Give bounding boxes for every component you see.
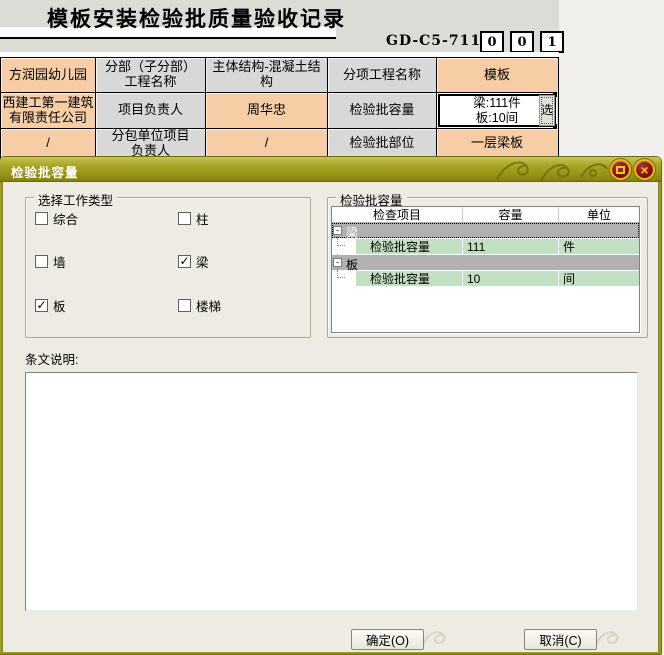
cell-subproject-label: 分项工程名称: [328, 58, 437, 93]
background-form: 模板安装检验批质量验收记录 GD-C5-71157 0 0 1 方润园幼儿园 分…: [0, 0, 664, 157]
capacity-dialog: 检验批容量 × 选择工作类型 综合 柱 墙 ✓ 梁 ✓ 板 楼梯 检验批容量 检…: [0, 157, 661, 655]
checkbox-label: 梁: [196, 252, 209, 271]
form-table: 方润园幼儿园 分部（子分部） 工程名称 主体结构-混凝土结构 分项工程名称 模板…: [0, 57, 559, 159]
restore-icon: [616, 166, 625, 174]
tree-gutter: [332, 271, 356, 286]
cell-slash-1: /: [1, 129, 96, 158]
table-row: 方润园幼儿园 分部（子分部） 工程名称 主体结构-混凝土结构 分项工程名称 模板: [1, 58, 558, 93]
capacity-select-button[interactable]: 选: [539, 95, 555, 126]
checkbox-louti[interactable]: 楼梯: [178, 296, 221, 315]
clause-textarea[interactable]: [25, 372, 638, 611]
tree-group-row-ban[interactable]: - 板: [332, 255, 639, 270]
collapse-icon[interactable]: -: [333, 258, 342, 267]
dialog-titlebar[interactable]: 检验批容量: [0, 157, 661, 182]
tree-elbow-icon: [337, 236, 345, 246]
checkbox-icon[interactable]: [35, 255, 48, 268]
button-ornament-icon: [420, 627, 450, 651]
cell-capacity-label: 检验批容量: [328, 93, 437, 129]
code-box-2: 0: [510, 31, 534, 53]
table-row: / 分包单位项目 负责人 / 检验批部位 一层梁板: [1, 129, 558, 158]
tree-group-row-liang[interactable]: - 梁: [332, 223, 639, 238]
item-capacity-cell[interactable]: 111: [463, 239, 559, 254]
cancel-button[interactable]: 取消(C): [524, 629, 597, 650]
code-box-3: 1: [540, 31, 564, 53]
collapse-icon[interactable]: -: [333, 226, 342, 235]
close-icon: ×: [640, 163, 648, 177]
column-header-item: 检查项目: [332, 207, 463, 222]
cell-company-name: 西建工第一建筑 有限责任公司: [1, 93, 96, 129]
work-type-group-title: 选择工作类型: [34, 190, 117, 209]
tree-elbow-icon: [337, 268, 345, 278]
dialog-title: 检验批容量: [11, 162, 79, 181]
column-header-capacity: 容量: [463, 207, 559, 222]
item-capacity-cell[interactable]: 10: [463, 271, 559, 286]
tree-item-row[interactable]: 检验批容量 111 件: [332, 239, 639, 254]
checkbox-ban[interactable]: ✓ 板: [35, 296, 66, 315]
cell-location-value: 一层梁板: [437, 129, 557, 158]
clause-label: 条文说明:: [25, 349, 78, 368]
cell-project-name: 方润园幼儿园: [1, 58, 96, 93]
cell-subproject-value: 模板: [437, 58, 557, 93]
checkbox-icon[interactable]: ✓: [178, 255, 191, 268]
checkbox-label: 墙: [53, 252, 66, 271]
form-title: 模板安装检验批质量验收记录: [47, 3, 346, 33]
cell-manager-value: 周华忠: [206, 93, 328, 129]
cell-manager-label: 项目负责人: [96, 93, 206, 129]
checkbox-label: 楼梯: [196, 296, 221, 315]
tree-item-row[interactable]: 检验批容量 10 间: [332, 271, 639, 286]
checkbox-label: 柱: [196, 209, 209, 228]
cell-subdivision-label: 分部（子分部） 工程名称: [96, 58, 206, 93]
close-button[interactable]: ×: [634, 159, 655, 180]
checkbox-zonghe[interactable]: 综合: [35, 209, 78, 228]
divider-line: [0, 37, 336, 39]
item-unit-cell[interactable]: 间: [559, 271, 639, 286]
ok-button[interactable]: 确定(O): [351, 629, 424, 650]
titlebar-ornament-icon: [493, 157, 613, 182]
cell-slash-2: /: [206, 129, 328, 158]
checkbox-icon[interactable]: [178, 212, 191, 225]
dialog-border: [658, 177, 661, 655]
restore-button[interactable]: [610, 159, 631, 180]
item-name-cell: 检验批容量: [356, 271, 463, 286]
capacity-tree-table[interactable]: 检查项目 容量 单位 - 梁 检验批容量 111 件 - 板 检验批容量 10 …: [331, 206, 640, 333]
checkbox-qiang[interactable]: 墙: [35, 252, 66, 271]
checkbox-icon[interactable]: ✓: [35, 299, 48, 312]
item-name-cell: 检验批容量: [356, 239, 463, 254]
checkbox-icon[interactable]: [35, 212, 48, 225]
checkbox-label: 综合: [53, 209, 78, 228]
item-unit-cell[interactable]: 件: [559, 239, 639, 254]
checkbox-zhu[interactable]: 柱: [178, 209, 209, 228]
cell-subcontractor-label: 分包单位项目 负责人: [96, 129, 206, 158]
cell-structure-type: 主体结构-混凝土结构: [206, 58, 328, 93]
cell-capacity-value: 梁:111件 板:10间 选: [437, 93, 557, 129]
checkbox-icon[interactable]: [178, 299, 191, 312]
table-row: 西建工第一建筑 有限责任公司 项目负责人 周华忠 检验批容量 梁:111件 板:…: [1, 93, 558, 129]
tree-table-header: 检查项目 容量 单位: [332, 207, 639, 223]
cell-location-label: 检验批部位: [328, 129, 437, 158]
checkbox-label: 板: [53, 296, 66, 315]
tree-gutter: [332, 239, 356, 254]
code-box-1: 0: [480, 31, 504, 53]
column-header-unit: 单位: [559, 207, 639, 222]
button-ornament-icon: [593, 627, 623, 651]
checkbox-liang[interactable]: ✓ 梁: [178, 252, 209, 271]
